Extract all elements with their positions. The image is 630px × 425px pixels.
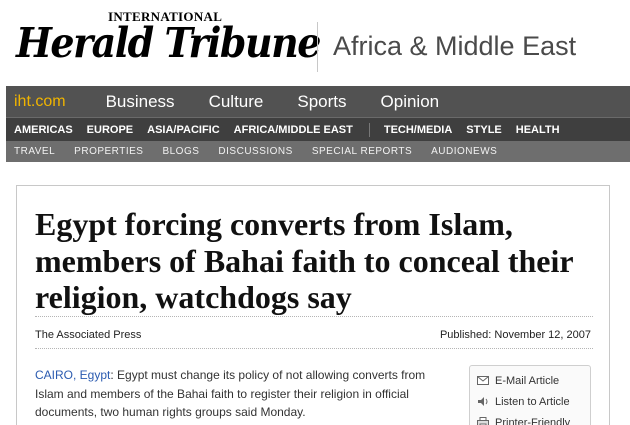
logo[interactable]: Herald Tribune: [16, 18, 321, 67]
nav-separator: [368, 122, 370, 137]
tool-label: Listen to Article: [495, 395, 570, 408]
speaker-icon: [476, 396, 490, 407]
nav-item-blogs[interactable]: BLOGS: [162, 146, 199, 157]
primary-nav: iht.com Business Culture Sports Opinion: [6, 86, 630, 118]
printer-icon: [476, 417, 490, 425]
nav-item-tech-media[interactable]: TECH/MEDIA: [384, 124, 452, 136]
masthead-divider: [317, 22, 318, 72]
nav-item-europe[interactable]: EUROPE: [87, 124, 133, 136]
tool-label: Printer-Friendly: [495, 416, 571, 425]
nav-item-health[interactable]: HEALTH: [516, 124, 560, 136]
nav-item-africa-middle-east[interactable]: AFRICA/MIDDLE EAST: [234, 124, 353, 136]
nav-item-business[interactable]: Business: [106, 92, 175, 112]
nav-item-style[interactable]: STYLE: [466, 124, 501, 136]
nav-item-travel[interactable]: TRAVEL: [14, 146, 55, 157]
nav-item-sports[interactable]: Sports: [297, 92, 346, 112]
printer-friendly-button[interactable]: Printer-Friendly: [476, 412, 584, 425]
divider: [35, 316, 593, 317]
nav-item-audionews[interactable]: AUDIONEWS: [431, 146, 497, 157]
article-byline: The Associated Press: [35, 329, 142, 341]
nav-item-asia-pacific[interactable]: ASIA/PACIFIC: [147, 124, 220, 136]
nav-item-iht[interactable]: iht.com: [14, 93, 66, 111]
nav-item-special-reports[interactable]: SPECIAL REPORTS: [312, 146, 412, 157]
nav-item-opinion[interactable]: Opinion: [381, 92, 440, 112]
main-navigation: iht.com Business Culture Sports Opinion …: [6, 86, 630, 162]
section-title: Africa & Middle East: [333, 31, 577, 61]
listen-article-button[interactable]: Listen to Article: [476, 391, 584, 412]
article-dateline: CAIRO, Egypt: [35, 368, 111, 382]
article-tools: E-Mail Article Listen to Article Printer…: [469, 365, 591, 425]
nav-item-properties[interactable]: PROPERTIES: [74, 146, 143, 157]
secondary-nav: AMERICAS EUROPE ASIA/PACIFIC AFRICA/MIDD…: [6, 118, 630, 141]
nav-item-americas[interactable]: AMERICAS: [14, 124, 73, 136]
email-icon: [476, 376, 490, 385]
tool-label: E-Mail Article: [495, 374, 560, 387]
divider: [35, 348, 593, 349]
tertiary-nav: TRAVEL PROPERTIES BLOGS DISCUSSIONS SPEC…: [6, 141, 630, 162]
article-card: Egypt forcing converts from Islam, membe…: [16, 185, 610, 425]
nav-item-discussions[interactable]: DISCUSSIONS: [218, 146, 292, 157]
publish-date: Published: November 12, 2007: [439, 329, 591, 341]
masthead: INTERNATIONAL Herald Tribune Africa & Mi…: [0, 0, 630, 84]
email-article-button[interactable]: E-Mail Article: [476, 370, 584, 391]
article-headline: Egypt forcing converts from Islam, membe…: [35, 206, 573, 315]
nav-item-culture[interactable]: Culture: [209, 92, 264, 112]
article-body: CAIRO, Egypt: Egypt must change its poli…: [35, 366, 455, 422]
